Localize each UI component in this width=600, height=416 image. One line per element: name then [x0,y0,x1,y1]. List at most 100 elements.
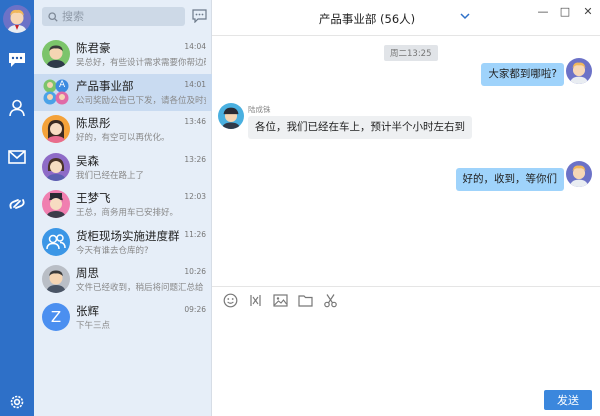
my-avatar[interactable] [3,5,31,33]
conversation-preview: 文件已经收到，稍后将问题汇总给 [76,283,204,293]
conversation-preview: 下午三点 [76,320,111,331]
new-chat-button[interactable] [190,7,208,25]
conversation-preview: 王总，商务用车已安排好。 [76,208,179,218]
conversation-time: 14:01 [184,79,206,89]
conversation-preview: 今天有谁去仓库的? [76,245,149,256]
avatar [42,40,70,68]
message-input[interactable] [222,318,592,384]
conversation-item[interactable]: 陈思彤 13:46 好的，有空可以再优化。 [34,111,212,149]
avatar-man-gray-icon [42,265,70,293]
avatar [42,227,70,256]
new-chat-icon [191,9,207,23]
conversation-preview: 吴总好，有些设计需求需要你帮边确 [76,58,206,68]
avatar-woman-purple-icon [42,152,70,181]
chat-icon [9,53,25,67]
conversation-name: 陈君豪 [76,41,111,55]
scissors-icon [323,294,337,308]
avatar [218,103,244,129]
minimize-button[interactable]: — [532,0,554,22]
screenshot-button[interactable] [247,293,263,309]
avatar: Z [42,302,70,331]
conversation-item[interactable]: 陈君豪 14:04 吴总好，有些设计需求需要你帮边确 [34,36,212,74]
nav-contacts[interactable] [5,96,29,120]
chevron-down-icon[interactable] [460,13,470,20]
composer-toolbar [212,286,600,314]
avatar [42,115,70,143]
conversation-name: 张辉 [76,303,99,318]
message-bubble-outgoing[interactable]: 好的，收到，等你们 [455,168,564,191]
folder-icon [297,295,313,307]
conversation-list: 陈君豪 14:04 吴总好，有些设计需求需要你帮边确 A 产品事业部 14:01 [34,36,212,336]
avatar-man-blonde-icon [566,161,592,187]
conversation-name: 周思 [76,266,99,280]
message-area: 周二13:25 大家都到哪啦? 陆成铢 各位，我们已经在车上，预计半个小时左右到… [212,37,600,284]
conversation-list-panel: 陈君豪 14:04 吴总好，有些设计需求需要你帮边确 A 产品事业部 14:01 [34,0,212,416]
maximize-button[interactable]: □ [554,0,576,22]
avatar [42,190,70,218]
file-button[interactable] [297,293,313,309]
conversation-preview: 我们已经在路上了 [76,170,145,181]
send-button[interactable]: 发送 [544,390,592,410]
nav-settings[interactable] [5,390,29,414]
conversation-name: 货柜现场实施进度群 [76,228,180,243]
window-controls: — □ ✕ [532,0,600,24]
avatar-man-cap-icon [218,103,244,129]
contacts-icon [9,99,25,117]
avatar-woman-pink-icon [42,190,70,218]
conversation-item[interactable]: 王梦飞 12:03 王总，商务用车已安排好。 [34,186,212,224]
nav-chat[interactable] [0,42,34,78]
nav-link[interactable] [5,192,29,216]
conversation-preview: 公司奖励公告已下发，请各位及时查 [76,95,206,106]
conversation-item[interactable]: 周思 10:26 文件已经收到，稍后将问题汇总给 [34,261,212,299]
emoji-button[interactable] [222,293,238,309]
group-people-icon [42,227,70,256]
avatar [566,161,592,187]
group-avatar-letter: A [59,79,66,90]
scissors-button[interactable] [322,293,338,309]
conversation-time: 11:26 [184,229,206,239]
avatar [566,58,592,84]
image-button[interactable] [272,293,288,309]
scissor-capture-icon [249,295,261,306]
conversation-name: 王梦飞 [76,191,111,205]
message-bubble-incoming[interactable]: 各位，我们已经在车上，预计半个小时左右到 [248,116,472,139]
settings-icon [10,395,24,409]
group-avatar: A [42,78,70,106]
message-bubble-outgoing[interactable]: 大家都到哪啦? [481,63,564,86]
avatar-man-blonde-icon [3,5,31,33]
nav-mail[interactable] [5,145,29,169]
chat-panel: 产品事业部 (56人) — □ ✕ 周二13:25 大家都到哪啦? 陆成铢 各位… [212,0,600,416]
chat-header: 产品事业部 (56人) — □ ✕ [212,0,600,36]
conversation-time: 13:46 [184,117,206,126]
conversation-name: 产品事业部 [76,78,134,93]
conversation-name: 陈思彤 [76,116,111,130]
conversation-name: 吴森 [76,153,99,168]
conversation-item[interactable]: 货柜现场实施进度群 11:26 今天有谁去仓库的? [34,224,212,262]
search-icon [48,11,58,22]
conversation-time: 14:04 [184,42,206,51]
link-icon [9,199,25,209]
avatar [42,152,70,181]
conversation-time: 10:26 [184,267,206,276]
conversation-preview: 好的，有空可以再优化。 [76,133,170,143]
emoji-icon [223,293,237,308]
conversation-item[interactable]: Z 张辉 09:26 下午三点 [34,299,212,337]
message-sender: 陆成铢 [248,105,271,114]
conversation-item-active[interactable]: A 产品事业部 14:01 公司奖励公告已下发，请各位及时查 [34,73,212,111]
avatar-man-green-icon [42,40,70,68]
conversation-time: 12:03 [184,192,206,201]
chat-title[interactable]: 产品事业部 (56人) [212,11,522,27]
conversation-time: 09:26 [184,304,206,314]
mail-icon [8,150,26,164]
left-rail [0,0,34,416]
search-input[interactable] [62,10,172,23]
conversation-item[interactable]: 吴森 13:26 我们已经在路上了 [34,149,212,187]
message-timestamp: 周二13:25 [384,45,438,61]
avatar-letter: Z [50,307,62,326]
avatar [42,265,70,293]
search-box[interactable] [42,7,185,26]
close-button[interactable]: ✕ [576,0,600,22]
group-avatar-icon [43,79,69,104]
avatar-man-blonde-icon [566,58,592,84]
conversation-time: 13:26 [184,154,206,164]
